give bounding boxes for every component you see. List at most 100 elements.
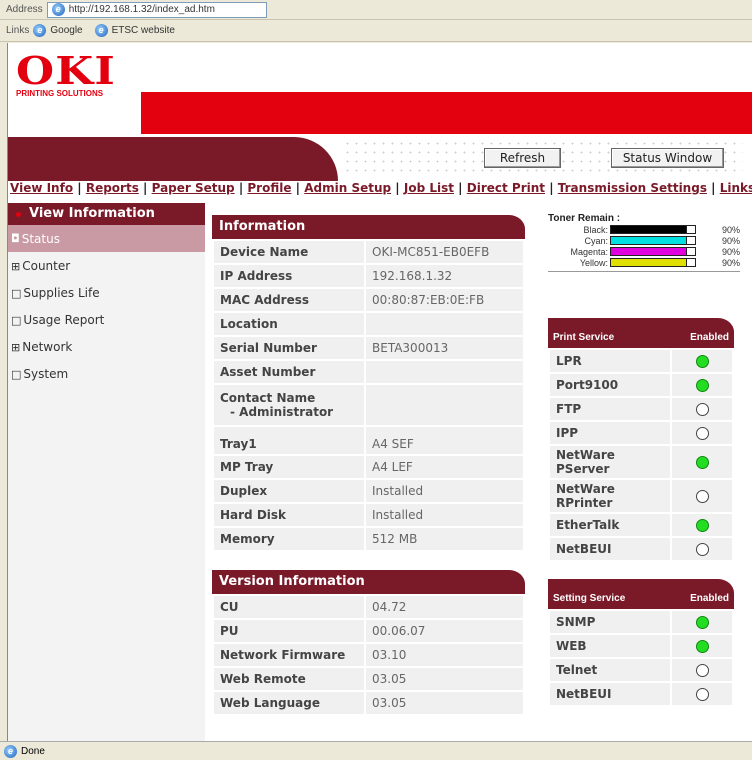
version-table: CU 04.72 PU 00.06.07 Network Firmware 03.10 We…: [212, 594, 525, 716]
link-google[interactable]: Google: [50, 25, 82, 36]
address-field[interactable]: e http://192.168.1.32/index_ad.htm: [46, 1, 267, 18]
nav-separator: |: [545, 181, 558, 195]
row-label: PU: [212, 618, 366, 644]
service-name-text: FTP: [556, 402, 582, 416]
nav-link-reports[interactable]: Reports: [86, 181, 139, 195]
toner-row: Cyan: 90%: [548, 235, 740, 246]
table-row: PU 00.06.07: [212, 618, 525, 644]
refresh-button[interactable]: Refresh: [484, 148, 561, 168]
setting-service-status-header: Enabled: [690, 593, 729, 604]
service-status: [670, 633, 734, 659]
sidebar-item-label: Usage Report: [23, 313, 105, 327]
nav-separator: |: [454, 181, 467, 195]
nav-link-links[interactable]: Links: [720, 181, 752, 195]
disabled-indicator-icon: [695, 664, 709, 677]
row-label: Memory: [212, 526, 366, 552]
table-row: Asset Number: [212, 359, 525, 385]
service-name: NetBEUI: [548, 536, 672, 562]
brand-name: OKI: [16, 48, 116, 93]
toner-name: Black:: [583, 224, 608, 235]
nav-link-job-list[interactable]: Job List: [404, 181, 454, 195]
nav-separator: |: [706, 181, 720, 195]
enabled-indicator-icon: [695, 456, 709, 469]
nav-link-admin-setup[interactable]: Admin Setup: [304, 181, 391, 195]
information-title: Information: [212, 215, 525, 239]
sidebar-item-status[interactable]: ◘ Status: [8, 225, 205, 253]
enabled-indicator-icon: [695, 379, 709, 392]
table-row: Serial Number BETA300013: [212, 335, 525, 361]
row-value: A4 LEF: [364, 454, 525, 480]
service-name: LPR: [548, 348, 672, 374]
page-icon: □: [11, 286, 22, 300]
sidebar-item-supplies-life[interactable]: □ Supplies Life: [8, 280, 205, 307]
service-row: Telnet: [548, 657, 734, 683]
nav-link-transmission-settings[interactable]: Transmission Settings: [558, 181, 707, 195]
row-value: [364, 383, 525, 427]
service-status: [670, 536, 734, 562]
enabled-indicator-icon: [695, 355, 709, 368]
sidebar-item-counter[interactable]: ⊞ Counter: [8, 253, 205, 280]
ie-link-icon: e: [33, 24, 47, 37]
row-label: Duplex: [212, 478, 366, 504]
table-row: Contact Name - Administrator: [212, 383, 525, 427]
link-etsc-website[interactable]: ETSC website: [112, 25, 175, 36]
sidebar-item-label: Network: [22, 340, 73, 354]
nav-separator: |: [138, 181, 152, 195]
service-status: [670, 512, 734, 538]
enabled-indicator-icon: [695, 616, 709, 629]
service-status: [670, 396, 734, 422]
sidebar-item-usage-report[interactable]: □ Usage Report: [8, 307, 205, 334]
table-row: Hard Disk Installed: [212, 502, 525, 528]
table-row: MAC Address 00:80:87:EB:0E:FB: [212, 287, 525, 313]
sidebar-item-label: Counter: [22, 259, 71, 273]
nav-link-profile[interactable]: Profile: [247, 181, 291, 195]
disabled-indicator-icon: [695, 403, 709, 416]
table-row: IP Address 192.168.1.32: [212, 263, 525, 289]
nav-link-paper-setup[interactable]: Paper Setup: [152, 181, 235, 195]
row-label-text: Device Name: [220, 245, 309, 259]
disabled-indicator-icon: [695, 543, 709, 556]
sidebar-item-network[interactable]: ⊞ Network: [8, 334, 205, 361]
table-row: Web Remote 03.05: [212, 666, 525, 692]
table-row: Web Language 03.05: [212, 690, 525, 716]
row-label: Serial Number: [212, 335, 366, 361]
main-nav: View Info | Reports | Paper Setup | Prof…: [10, 181, 752, 195]
nav-separator: |: [391, 181, 404, 195]
table-row: Duplex Installed: [212, 478, 525, 504]
nav-link-direct-print[interactable]: Direct Print: [467, 181, 545, 195]
row-value: 03.05: [364, 666, 525, 692]
toner-row: Yellow: 90%: [548, 257, 740, 268]
ie-status-icon: e: [4, 744, 17, 758]
sidebar-item-system[interactable]: □ System: [8, 361, 205, 388]
row-value: 00.06.07: [364, 618, 525, 644]
row-label: Hard Disk: [212, 502, 366, 528]
service-name: WEB: [548, 633, 672, 659]
service-status: [670, 348, 734, 374]
row-value: [364, 359, 525, 385]
header-maroon-band: [8, 137, 338, 181]
status-window-button[interactable]: Status Window: [611, 148, 724, 168]
disabled-indicator-icon: [695, 490, 709, 503]
sidebar-item-label: Supplies Life: [23, 286, 100, 300]
service-name: NetBEUI: [548, 681, 672, 707]
row-label: MP Tray: [212, 454, 366, 480]
page-icon: ◘: [11, 232, 20, 245]
row-label-text: Memory: [220, 532, 275, 546]
ie-page-icon: e: [51, 3, 65, 16]
row-label-text: Hard Disk: [220, 508, 287, 522]
disabled-indicator-icon: [695, 427, 709, 440]
service-row: FTP: [548, 396, 734, 422]
service-name-text-2: RPrinter: [556, 496, 613, 510]
row-value: 04.72: [364, 594, 525, 620]
service-status: [670, 681, 734, 707]
nav-link-view-info[interactable]: View Info: [10, 181, 73, 195]
sidebar-list: ◘ Status ⊞ Counter □ Supplies Life □ Usage Repo…: [8, 225, 205, 388]
toner-level-fill: [611, 248, 687, 255]
service-status: [670, 420, 734, 446]
row-value: OKI-MC851-EB0EFB: [364, 239, 525, 265]
service-row: IPP: [548, 420, 734, 446]
row-label-text: MP Tray: [220, 460, 274, 474]
service-status: [670, 444, 734, 480]
table-row: Memory 512 MB: [212, 526, 525, 552]
service-name-text: Port9100: [556, 378, 619, 392]
